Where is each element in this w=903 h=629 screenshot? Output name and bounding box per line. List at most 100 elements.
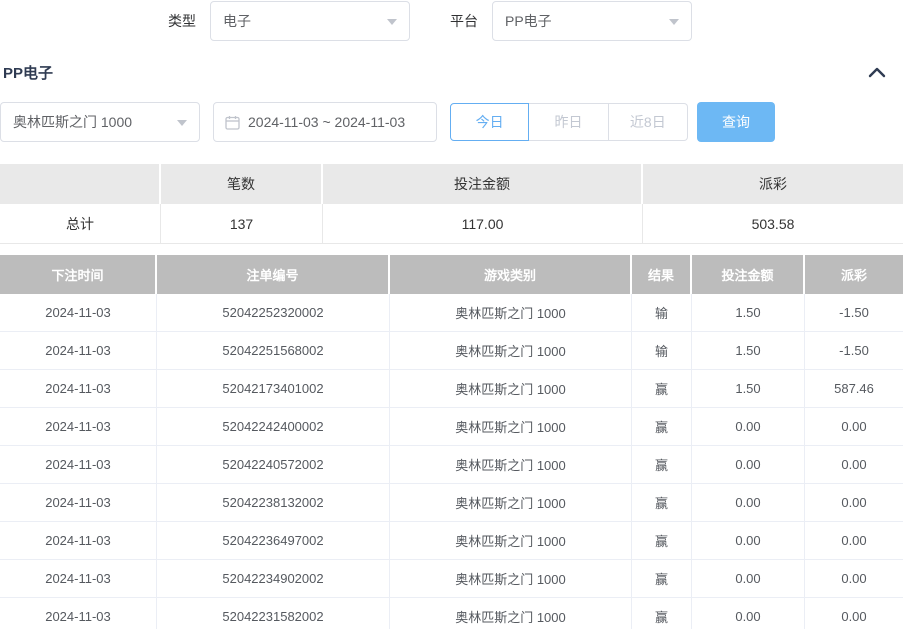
cell-payout: -1.50 bbox=[805, 332, 903, 370]
cell-bet-amount: 0.00 bbox=[692, 560, 805, 598]
table-row: 2024-11-03 52042252320002 奥林匹斯之门 1000 输 … bbox=[0, 294, 903, 332]
chevron-down-icon bbox=[177, 120, 187, 131]
cell-bet-id: 52042240572002 bbox=[157, 446, 390, 484]
table-row: 2024-11-03 52042242400002 奥林匹斯之门 1000 赢 … bbox=[0, 408, 903, 446]
chevron-down-icon bbox=[669, 19, 679, 30]
header-bet-amount: 投注金额 bbox=[692, 255, 805, 294]
section-header: PP电子 bbox=[0, 61, 903, 83]
summary-header-bet-amount: 投注金额 bbox=[323, 164, 643, 204]
cell-bet-amount: 0.00 bbox=[692, 598, 805, 629]
cell-bet-amount: 1.50 bbox=[692, 294, 805, 332]
game-select-value: 奥林匹斯之门 1000 bbox=[13, 112, 132, 132]
header-bet-id: 注单编号 bbox=[157, 255, 390, 294]
section-title: PP电子 bbox=[3, 62, 53, 83]
cell-bet-amount: 0.00 bbox=[692, 408, 805, 446]
platform-select-value: PP电子 bbox=[505, 11, 552, 31]
cell-result: 赢 bbox=[632, 522, 692, 560]
summary-total-count: 137 bbox=[161, 204, 323, 244]
summary-total-payout: 503.58 bbox=[643, 204, 903, 244]
summary-header-row: 笔数 投注金额 派彩 bbox=[0, 164, 903, 204]
table-row: 2024-11-03 52042238132002 奥林匹斯之门 1000 赢 … bbox=[0, 484, 903, 522]
game-select[interactable]: 奥林匹斯之门 1000 bbox=[0, 102, 200, 142]
cell-bet-id: 52042252320002 bbox=[157, 294, 390, 332]
query-bar: 奥林匹斯之门 1000 2024-11-03 ~ 2024-11-03 今日昨日… bbox=[0, 102, 903, 142]
summary-header-count: 笔数 bbox=[161, 164, 323, 204]
cell-payout: 0.00 bbox=[805, 484, 903, 522]
table-row: 2024-11-03 52042231582002 奥林匹斯之门 1000 赢 … bbox=[0, 598, 903, 629]
date-range-value: 2024-11-03 ~ 2024-11-03 bbox=[248, 114, 405, 130]
quick-range-button[interactable]: 昨日 bbox=[529, 103, 608, 141]
header-result: 结果 bbox=[632, 255, 692, 294]
chevron-down-icon bbox=[387, 19, 397, 30]
collapse-section-button[interactable] bbox=[867, 65, 887, 79]
cell-payout: 0.00 bbox=[805, 446, 903, 484]
summary-table: 笔数 投注金额 派彩 总计 137 117.00 503.58 bbox=[0, 164, 903, 244]
cell-bet-time: 2024-11-03 bbox=[0, 560, 157, 598]
summary-total-label: 总计 bbox=[0, 204, 161, 244]
table-row: 2024-11-03 52042234902002 奥林匹斯之门 1000 赢 … bbox=[0, 560, 903, 598]
summary-header-payout: 派彩 bbox=[643, 164, 903, 204]
cell-bet-amount: 0.00 bbox=[692, 484, 805, 522]
type-select-value: 电子 bbox=[223, 11, 251, 31]
cell-game-type: 奥林匹斯之门 1000 bbox=[390, 294, 632, 332]
cell-game-type: 奥林匹斯之门 1000 bbox=[390, 484, 632, 522]
cell-payout: 0.00 bbox=[805, 560, 903, 598]
chevron-up-icon bbox=[867, 65, 887, 79]
cell-bet-id: 52042251568002 bbox=[157, 332, 390, 370]
cell-bet-time: 2024-11-03 bbox=[0, 598, 157, 629]
cell-payout: 0.00 bbox=[805, 598, 903, 629]
bets-table-header: 下注时间 注单编号 游戏类别 结果 投注金额 派彩 bbox=[0, 255, 903, 294]
cell-result: 输 bbox=[632, 294, 692, 332]
platform-label: 平台 bbox=[450, 11, 478, 31]
cell-payout: 0.00 bbox=[805, 522, 903, 560]
cell-result: 赢 bbox=[632, 598, 692, 629]
cell-bet-time: 2024-11-03 bbox=[0, 294, 157, 332]
type-label: 类型 bbox=[168, 11, 196, 31]
cell-bet-time: 2024-11-03 bbox=[0, 408, 157, 446]
cell-payout: 0.00 bbox=[805, 408, 903, 446]
search-button[interactable]: 查询 bbox=[697, 102, 775, 142]
quick-range-button[interactable]: 今日 bbox=[450, 103, 529, 141]
cell-result: 输 bbox=[632, 332, 692, 370]
table-row: 2024-11-03 52042173401002 奥林匹斯之门 1000 赢 … bbox=[0, 370, 903, 408]
cell-bet-amount: 0.00 bbox=[692, 522, 805, 560]
calendar-icon bbox=[225, 115, 240, 130]
cell-game-type: 奥林匹斯之门 1000 bbox=[390, 332, 632, 370]
summary-total-row: 总计 137 117.00 503.58 bbox=[0, 204, 903, 244]
cell-bet-id: 52042236497002 bbox=[157, 522, 390, 560]
cell-result: 赢 bbox=[632, 560, 692, 598]
table-row: 2024-11-03 52042236497002 奥林匹斯之门 1000 赢 … bbox=[0, 522, 903, 560]
cell-payout: 587.46 bbox=[805, 370, 903, 408]
bets-table-body: 2024-11-03 52042252320002 奥林匹斯之门 1000 输 … bbox=[0, 294, 903, 629]
cell-bet-id: 52042231582002 bbox=[157, 598, 390, 629]
cell-game-type: 奥林匹斯之门 1000 bbox=[390, 446, 632, 484]
platform-select[interactable]: PP电子 bbox=[492, 1, 692, 41]
cell-bet-amount: 1.50 bbox=[692, 332, 805, 370]
cell-bet-id: 52042242400002 bbox=[157, 408, 390, 446]
table-row: 2024-11-03 52042251568002 奥林匹斯之门 1000 输 … bbox=[0, 332, 903, 370]
cell-payout: -1.50 bbox=[805, 294, 903, 332]
table-row: 2024-11-03 52042240572002 奥林匹斯之门 1000 赢 … bbox=[0, 446, 903, 484]
header-bet-time: 下注时间 bbox=[0, 255, 157, 294]
date-range-input[interactable]: 2024-11-03 ~ 2024-11-03 bbox=[213, 102, 437, 142]
cell-game-type: 奥林匹斯之门 1000 bbox=[390, 560, 632, 598]
summary-total-bet-amount: 117.00 bbox=[323, 204, 643, 244]
quick-range-button[interactable]: 近8日 bbox=[609, 103, 688, 141]
type-select[interactable]: 电子 bbox=[210, 1, 410, 41]
cell-bet-time: 2024-11-03 bbox=[0, 370, 157, 408]
cell-result: 赢 bbox=[632, 484, 692, 522]
cell-bet-time: 2024-11-03 bbox=[0, 332, 157, 370]
cell-result: 赢 bbox=[632, 408, 692, 446]
cell-bet-amount: 1.50 bbox=[692, 370, 805, 408]
cell-bet-amount: 0.00 bbox=[692, 446, 805, 484]
cell-bet-time: 2024-11-03 bbox=[0, 484, 157, 522]
cell-game-type: 奥林匹斯之门 1000 bbox=[390, 370, 632, 408]
cell-bet-id: 52042173401002 bbox=[157, 370, 390, 408]
top-filter-bar: 类型 电子 平台 PP电子 bbox=[0, 1, 903, 41]
cell-game-type: 奥林匹斯之门 1000 bbox=[390, 522, 632, 560]
summary-header-empty bbox=[0, 164, 161, 204]
cell-bet-id: 52042234902002 bbox=[157, 560, 390, 598]
header-game-type: 游戏类别 bbox=[390, 255, 632, 294]
header-payout: 派彩 bbox=[805, 255, 903, 294]
cell-bet-time: 2024-11-03 bbox=[0, 522, 157, 560]
